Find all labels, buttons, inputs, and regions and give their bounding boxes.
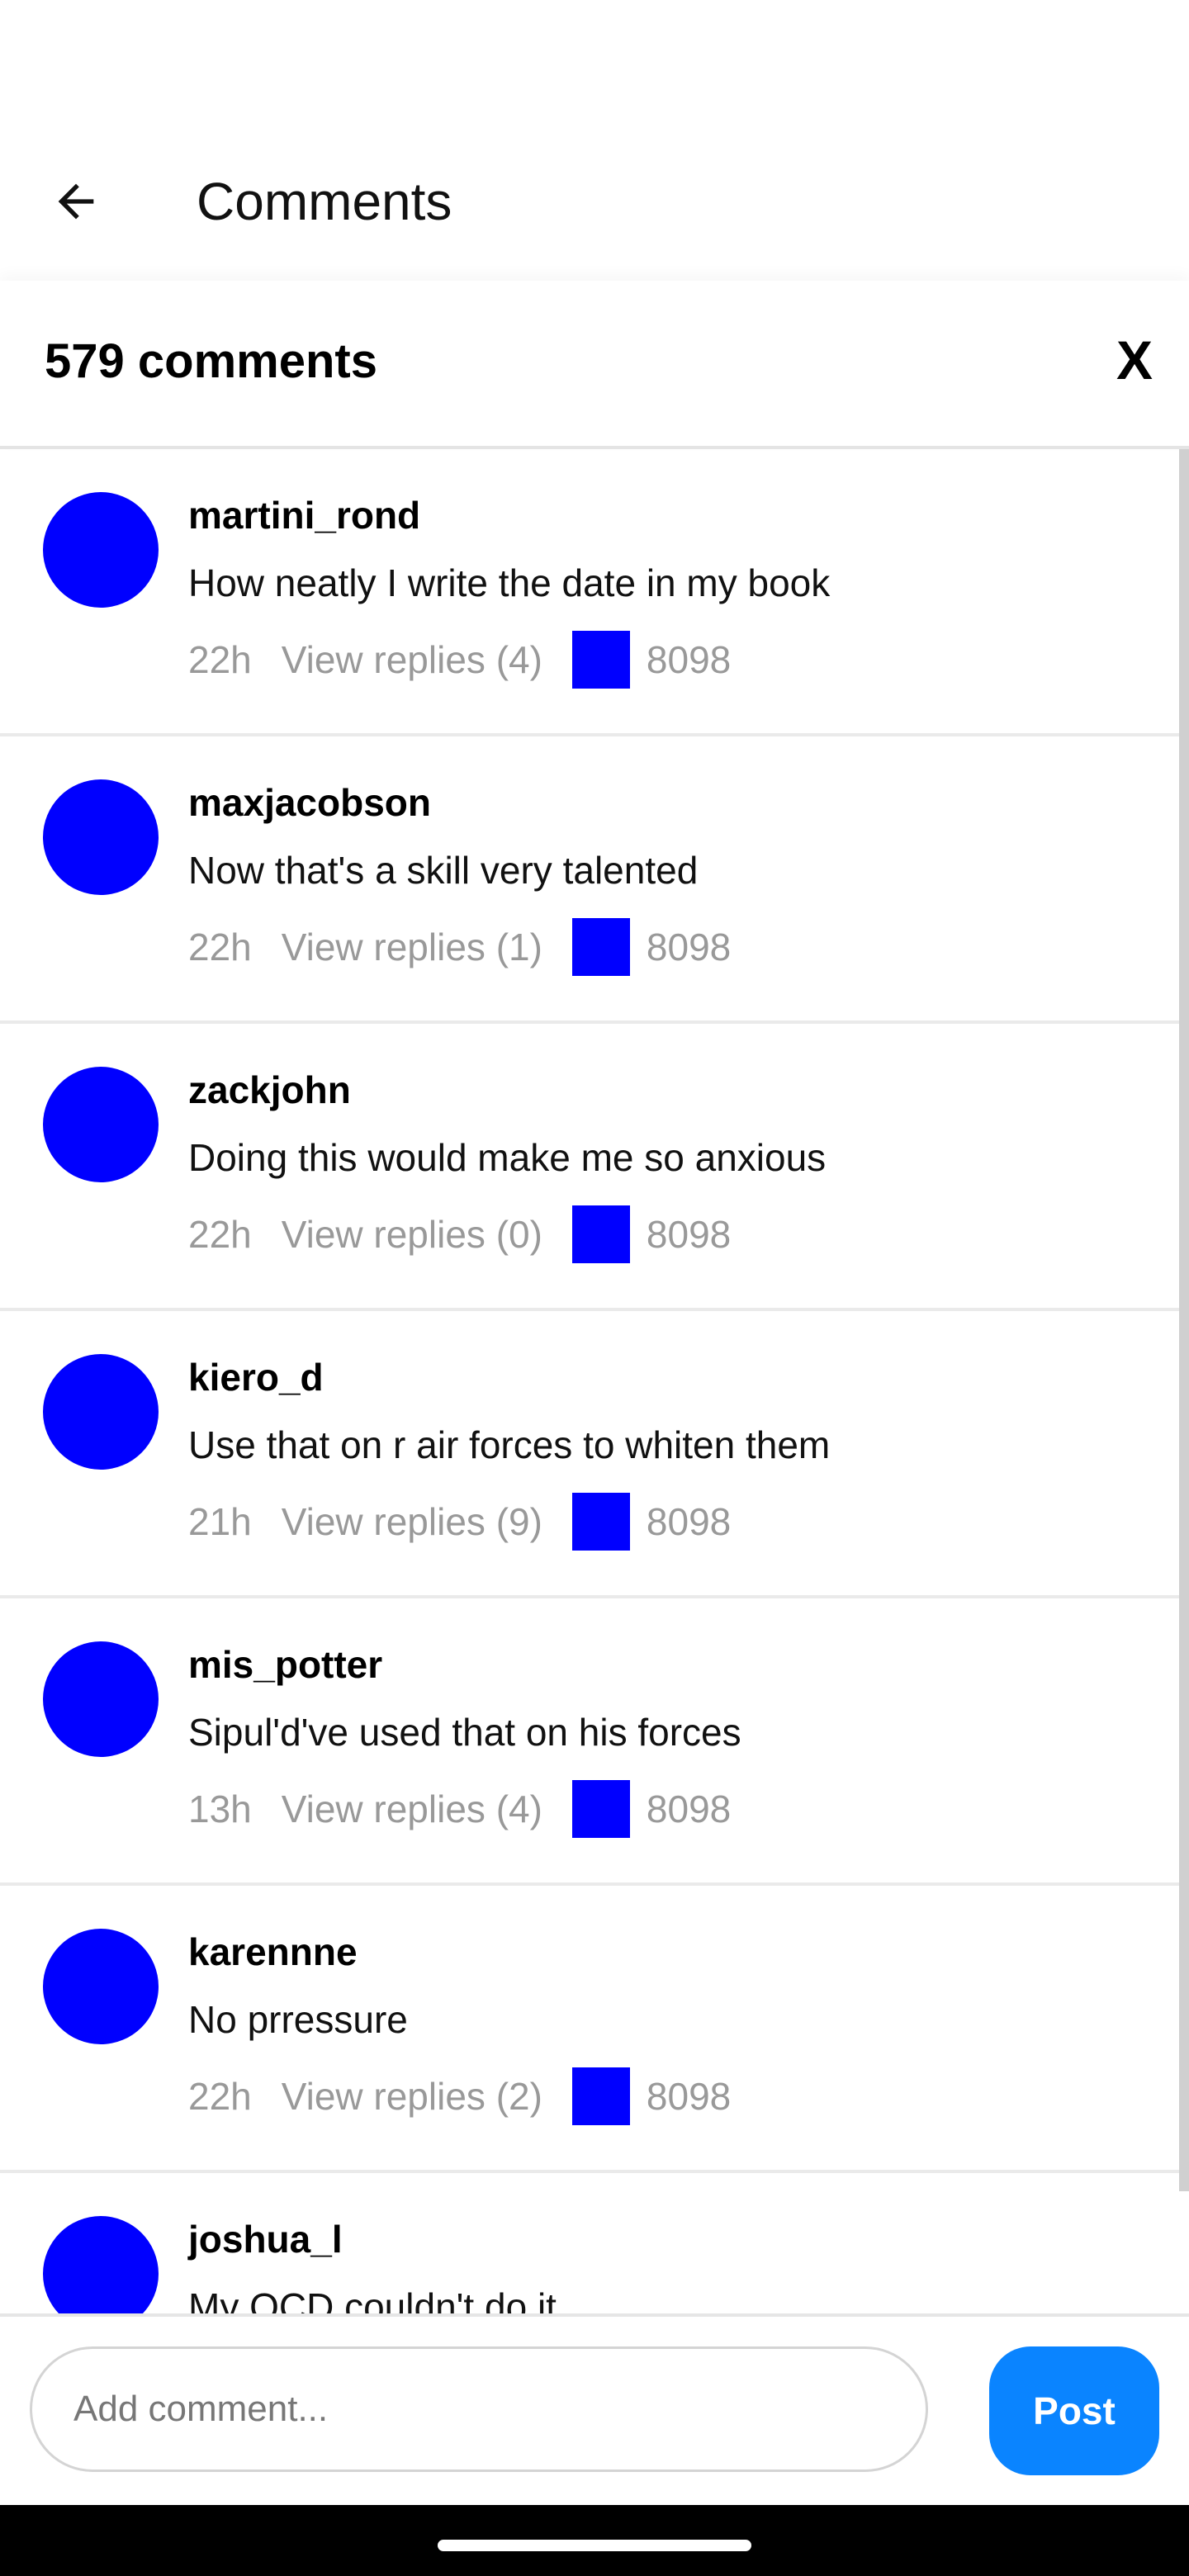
avatar[interactable] <box>43 1641 159 1757</box>
comment-time: 22h <box>188 926 252 968</box>
avatar[interactable] <box>43 2216 159 2313</box>
avatar[interactable] <box>43 779 159 895</box>
comment-text: How neatly I write the date in my book <box>188 561 831 604</box>
view-replies-link[interactable]: View replies (1) <box>282 925 542 969</box>
comment-username[interactable]: karennne <box>188 1929 358 1975</box>
view-replies-link[interactable]: View replies (0) <box>282 1212 542 1257</box>
comment-row: maxjacobson Now that's a skill very tale… <box>0 736 1189 1024</box>
like-count: 8098 <box>646 1213 732 1256</box>
comment-time: 22h <box>188 638 252 681</box>
comment-meta: 22h View replies (0) 8098 <box>188 1205 731 1263</box>
comment-row: kiero_d Use that on r air forces to whit… <box>0 1311 1189 1598</box>
comments-sheet-header: 579 comments X <box>0 281 1189 449</box>
comment-row: karennne No prressure 22h View replies (… <box>0 1886 1189 2173</box>
like-icon[interactable] <box>571 631 630 689</box>
comment-composer: Post <box>0 2313 1189 2508</box>
comment-row: zackjohn Doing this would make me so anx… <box>0 1024 1189 1311</box>
comment-meta: 22h View replies (4) 8098 <box>188 631 731 689</box>
view-replies-link[interactable]: View replies (4) <box>282 1787 542 1831</box>
comment-text: No prressure <box>188 1998 408 2041</box>
like-count: 8098 <box>646 638 732 681</box>
comment-meta: 21h View replies (9) 8098 <box>188 1493 731 1551</box>
comment-row: martini_rond How neatly I write the date… <box>0 449 1189 736</box>
like-count: 8098 <box>646 1500 732 1543</box>
avatar[interactable] <box>43 1067 159 1182</box>
view-replies-link[interactable]: View replies (4) <box>282 637 542 682</box>
system-nav-bar <box>0 2505 1189 2576</box>
scrollbar[interactable] <box>1179 449 1189 2191</box>
comment-meta: 13h View replies (4) 8098 <box>188 1780 731 1838</box>
avatar[interactable] <box>43 492 159 608</box>
like-icon[interactable] <box>571 918 630 976</box>
comment-text: Sipul'd've used that on his forces <box>188 1711 741 1754</box>
avatar[interactable] <box>43 1354 159 1470</box>
app-bar: Comments <box>0 132 1189 271</box>
comment-username[interactable]: joshua_l <box>188 2216 343 2262</box>
comment-meta: 22h View replies (1) 8098 <box>188 918 731 976</box>
comment-username[interactable]: mis_potter <box>188 1641 382 1688</box>
comment-row: mis_potter Sipul'd've used that on his f… <box>0 1598 1189 1886</box>
like-icon[interactable] <box>571 1493 630 1551</box>
comment-username[interactable]: maxjacobson <box>188 779 431 826</box>
avatar[interactable] <box>43 1929 159 2044</box>
comment-text: Doing this would make me so anxious <box>188 1136 827 1179</box>
like-count: 8098 <box>646 1788 732 1830</box>
comment-time: 22h <box>188 2075 252 2118</box>
comment-count: 579 comments <box>45 334 377 388</box>
comment-text: Use that on r air forces to whiten them <box>188 1423 831 1466</box>
home-indicator[interactable] <box>438 2540 751 2551</box>
view-replies-link[interactable]: View replies (9) <box>282 1499 542 1544</box>
view-replies-link[interactable]: View replies (2) <box>282 2074 542 2119</box>
comment-text: Now that's a skill very talented <box>188 849 699 892</box>
back-button[interactable] <box>36 165 116 238</box>
comment-input[interactable] <box>30 2346 928 2472</box>
comment-list[interactable]: martini_rond How neatly I write the date… <box>0 449 1189 2313</box>
close-button[interactable]: X <box>1101 327 1168 393</box>
page-title: Comments <box>197 172 452 231</box>
comment-username[interactable]: kiero_d <box>188 1354 324 1400</box>
like-count: 8098 <box>646 926 732 968</box>
comment-username[interactable]: zackjohn <box>188 1067 351 1113</box>
like-icon[interactable] <box>571 1780 630 1838</box>
status-bar <box>0 0 1189 132</box>
like-icon[interactable] <box>571 2067 630 2125</box>
like-count: 8098 <box>646 2075 732 2118</box>
like-icon[interactable] <box>571 1205 630 1263</box>
comment-text: My OCD couldn't do it <box>188 2285 557 2313</box>
comment-row: joshua_l My OCD couldn't do it <box>0 2173 1189 2313</box>
comment-time: 21h <box>188 1500 252 1543</box>
comment-time: 13h <box>188 1788 252 1830</box>
post-button[interactable]: Post <box>989 2346 1159 2475</box>
comment-meta: 22h View replies (2) 8098 <box>188 2067 731 2125</box>
arrow-left-icon <box>58 183 94 220</box>
comment-username[interactable]: martini_rond <box>188 492 420 538</box>
comment-time: 22h <box>188 1213 252 1256</box>
